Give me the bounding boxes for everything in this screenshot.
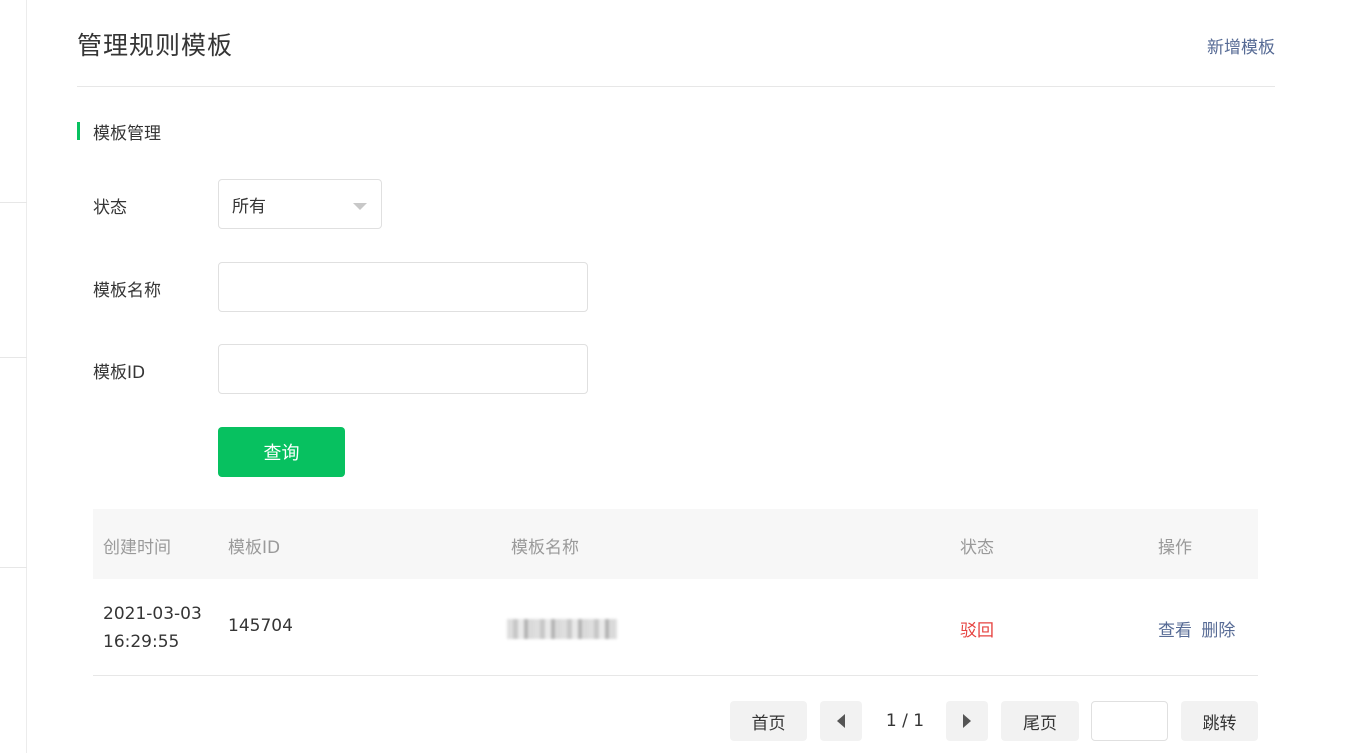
column-header-id: 模板ID [228, 538, 281, 558]
delete-link[interactable]: 删除 [1201, 621, 1235, 641]
template-id-label: 模板ID [93, 363, 146, 383]
status-select[interactable]: 所有 [218, 179, 382, 229]
page-indicator: 1 / 1 [885, 711, 925, 731]
column-header-created: 创建时间 [103, 538, 171, 558]
template-table: 创建时间 模板ID 模板名称 状态 操作 2021-03-03 16:29:55… [93, 509, 1258, 676]
page-title: 管理规则模板 [77, 31, 234, 60]
rail-divider [0, 567, 27, 568]
cell-template-name-redacted [507, 619, 617, 639]
cell-template-id: 145704 [228, 616, 293, 636]
first-page-button[interactable]: 首页 [730, 701, 807, 741]
jump-button[interactable]: 跳转 [1181, 701, 1258, 741]
column-header-actions: 操作 [1158, 538, 1192, 558]
template-name-input[interactable] [218, 262, 588, 312]
status-select-value: 所有 [232, 196, 266, 217]
next-page-button[interactable] [946, 701, 988, 741]
rail-divider [0, 202, 27, 203]
jump-page-input[interactable] [1091, 701, 1168, 741]
header-divider [77, 86, 1275, 87]
query-button[interactable]: 查询 [218, 427, 345, 477]
template-name-label: 模板名称 [93, 281, 161, 301]
rail-divider [0, 357, 27, 358]
cell-status: 驳回 [960, 621, 994, 641]
chevron-left-icon [837, 714, 845, 728]
table-header: 创建时间 模板ID 模板名称 状态 操作 [93, 509, 1258, 579]
cell-actions: 查看 删除 [1158, 616, 1239, 641]
column-header-name: 模板名称 [511, 538, 579, 558]
column-header-status: 状态 [960, 538, 994, 558]
section-accent-bar [77, 122, 80, 140]
status-label: 状态 [93, 198, 127, 218]
prev-page-button[interactable] [820, 701, 862, 741]
view-link[interactable]: 查看 [1158, 621, 1192, 641]
table-row: 2021-03-03 16:29:55 145704 驳回 查看 删除 [93, 579, 1258, 676]
last-page-button[interactable]: 尾页 [1001, 701, 1079, 741]
cell-created: 2021-03-03 16:29:55 [103, 604, 202, 652]
left-rail [0, 0, 27, 753]
section-title-text: 模板管理 [93, 123, 161, 144]
section-title: 模板管理 [77, 120, 161, 144]
add-template-link[interactable]: 新增模板 [1207, 33, 1275, 58]
template-id-input[interactable] [218, 344, 588, 394]
chevron-right-icon [963, 714, 971, 728]
chevron-down-icon [353, 203, 367, 210]
